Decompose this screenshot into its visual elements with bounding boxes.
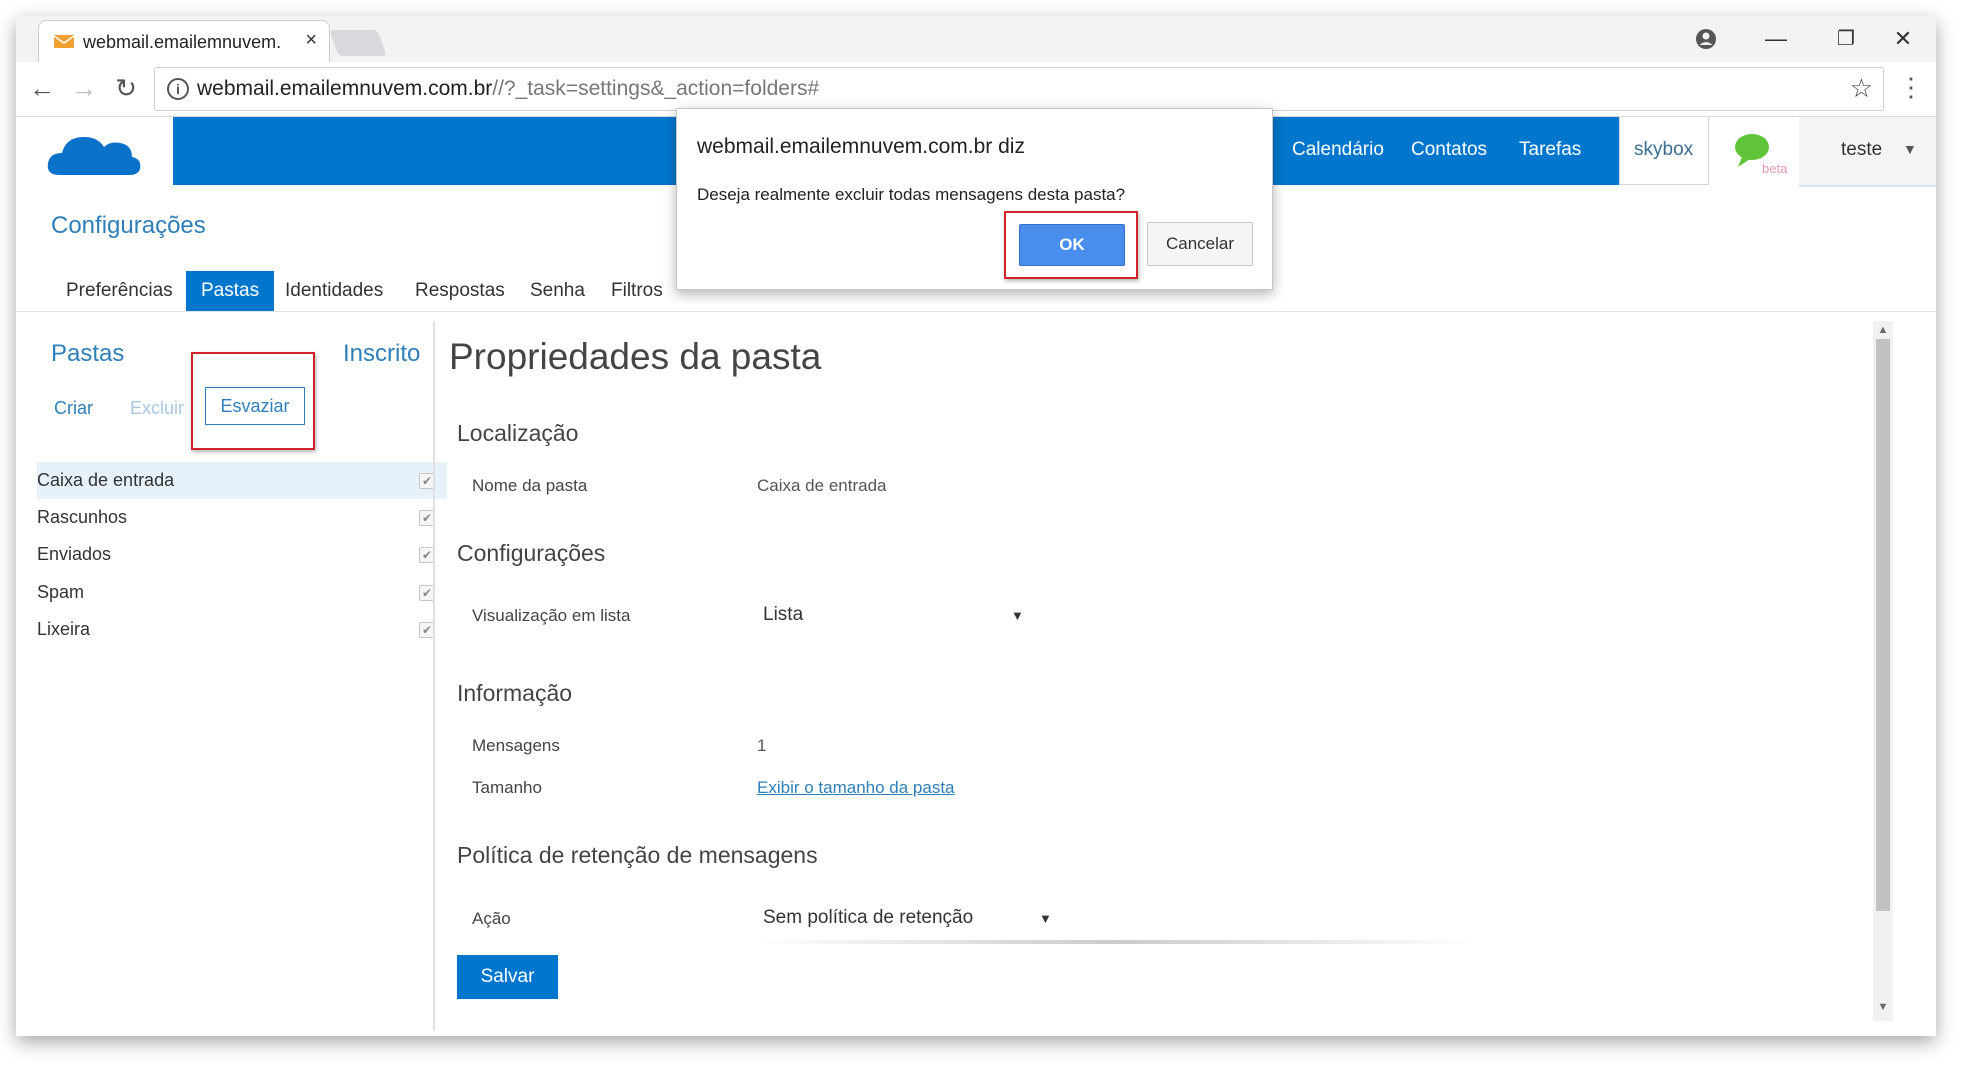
- tab-title: webmail.emailemnuvem.: [83, 32, 282, 52]
- cancel-button[interactable]: Cancelar: [1147, 222, 1253, 266]
- list-view-select[interactable]: Lista: [763, 604, 803, 626]
- settings-title[interactable]: Configurações: [51, 212, 206, 240]
- browser-tab[interactable]: webmail.emailemnuvem. ×: [38, 20, 330, 63]
- close-tab-icon[interactable]: ×: [305, 29, 317, 52]
- account-icon-shape: [1696, 29, 1716, 49]
- section-retention: Política de retenção de mensagens: [457, 842, 818, 868]
- folder-name-value: Caixa de entrada: [757, 476, 887, 495]
- save-button[interactable]: Salvar: [457, 955, 558, 999]
- folder-row-spam[interactable]: Spam ✔: [37, 574, 447, 611]
- browser-window: webmail.emailemnuvem. × — ❐ ✕ ← → ↻ i we…: [16, 16, 1936, 1036]
- tab-responses[interactable]: Respostas: [415, 271, 505, 311]
- address-bar[interactable]: i webmail.emailemnuvem.com.br//?_task=se…: [154, 67, 1884, 111]
- folder-row-sent[interactable]: Enviados ✔: [37, 536, 447, 573]
- tab-folders[interactable]: Pastas: [186, 271, 275, 311]
- tab-password[interactable]: Senha: [530, 271, 585, 311]
- tab-identities[interactable]: Identidades: [285, 271, 383, 311]
- scroll-up-icon[interactable]: ▲: [1876, 324, 1890, 336]
- url-path: //?_task=settings&_action=folders#: [492, 77, 820, 100]
- highlight-empty-button: [191, 352, 315, 450]
- site-info-icon[interactable]: i: [167, 78, 189, 100]
- show-folder-size-link[interactable]: Exibir o tamanho da pasta: [757, 778, 955, 798]
- retention-action-label: Ação: [472, 909, 511, 928]
- messages-label: Mensagens: [472, 736, 560, 755]
- retention-select[interactable]: Sem política de retenção: [763, 907, 973, 929]
- back-icon[interactable]: ←: [24, 70, 60, 106]
- new-tab-button[interactable]: [329, 30, 387, 56]
- cloud-logo-icon[interactable]: [46, 131, 142, 177]
- bookmark-star-icon[interactable]: ☆: [1850, 73, 1873, 104]
- folder-properties-title: Propriedades da pasta: [449, 336, 822, 377]
- folder-row-trash[interactable]: Lixeira ✔: [37, 611, 447, 648]
- folder-label: Caixa de entrada: [37, 470, 175, 490]
- section-information: Informação: [457, 680, 573, 706]
- scroll-down-icon[interactable]: ▼: [1876, 1001, 1890, 1013]
- minimize-icon[interactable]: —: [1751, 22, 1801, 56]
- tab-filters[interactable]: Filtros: [611, 271, 663, 311]
- close-window-icon[interactable]: ✕: [1878, 22, 1928, 56]
- dialog-message: Deseja realmente excluir todas mensagens…: [697, 185, 1126, 204]
- folder-name-label: Nome da pasta: [472, 476, 588, 495]
- dialog-title: webmail.emailemnuvem.com.br diz: [697, 135, 1025, 158]
- folder-label: Lixeira: [37, 619, 91, 639]
- confirm-dialog: webmail.emailemnuvem.com.br diz Deseja r…: [676, 108, 1273, 290]
- folder-row-inbox[interactable]: Caixa de entrada ✔: [37, 462, 447, 499]
- url-host: webmail.emailemnuvem.com.br: [197, 77, 493, 100]
- forward-icon[interactable]: →: [66, 70, 102, 106]
- nav-contacts[interactable]: Contatos: [1411, 139, 1487, 161]
- chevron-down-icon: ▼: [1903, 141, 1917, 157]
- list-view-label: Visualização em lista: [472, 606, 631, 625]
- tabs-divider: [16, 311, 1936, 312]
- browser-menu-icon[interactable]: ⋮: [1898, 72, 1924, 102]
- delete-folder-link[interactable]: Excluir: [130, 398, 184, 419]
- tab-preferences[interactable]: Preferências: [66, 271, 173, 311]
- restore-icon[interactable]: ❐: [1821, 22, 1871, 56]
- scrollbar-thumb[interactable]: [1876, 339, 1890, 911]
- skybox-label: skybox: [1634, 139, 1694, 160]
- user-name: teste: [1841, 139, 1883, 160]
- create-folder-link[interactable]: Criar: [54, 398, 93, 419]
- messages-value: 1: [757, 736, 767, 755]
- browser-titlebar: webmail.emailemnuvem. × — ❐ ✕: [16, 16, 1936, 63]
- folder-row-drafts[interactable]: Rascunhos ✔: [37, 499, 447, 536]
- section-settings: Configurações: [457, 540, 606, 566]
- select-underline: [756, 940, 1476, 944]
- user-menu[interactable]: teste ▼: [1799, 117, 1936, 187]
- nav-skybox[interactable]: skybox: [1619, 117, 1709, 185]
- section-location: Localização: [457, 420, 579, 446]
- subscribed-header: Inscrito: [343, 340, 421, 367]
- reload-icon[interactable]: ↻: [108, 70, 144, 106]
- nav-tasks[interactable]: Tarefas: [1519, 139, 1581, 161]
- address-url: webmail.emailemnuvem.com.br//?_task=sett…: [197, 77, 819, 101]
- folder-label: Spam: [37, 582, 85, 602]
- account-icon[interactable]: [1681, 22, 1731, 56]
- mail-favicon-icon: [53, 35, 75, 48]
- folder-label: Enviados: [37, 544, 112, 564]
- nav-calendar[interactable]: Calendário: [1292, 139, 1384, 161]
- chevron-down-icon[interactable]: ▼: [1011, 608, 1024, 623]
- folders-title: Pastas: [51, 340, 125, 367]
- folder-label: Rascunhos: [37, 507, 128, 527]
- highlight-ok-button: [1004, 211, 1138, 279]
- beta-label: beta: [1762, 161, 1788, 176]
- size-label: Tamanho: [472, 778, 542, 797]
- panel-divider: [433, 321, 435, 1031]
- chevron-down-icon[interactable]: ▼: [1039, 911, 1052, 926]
